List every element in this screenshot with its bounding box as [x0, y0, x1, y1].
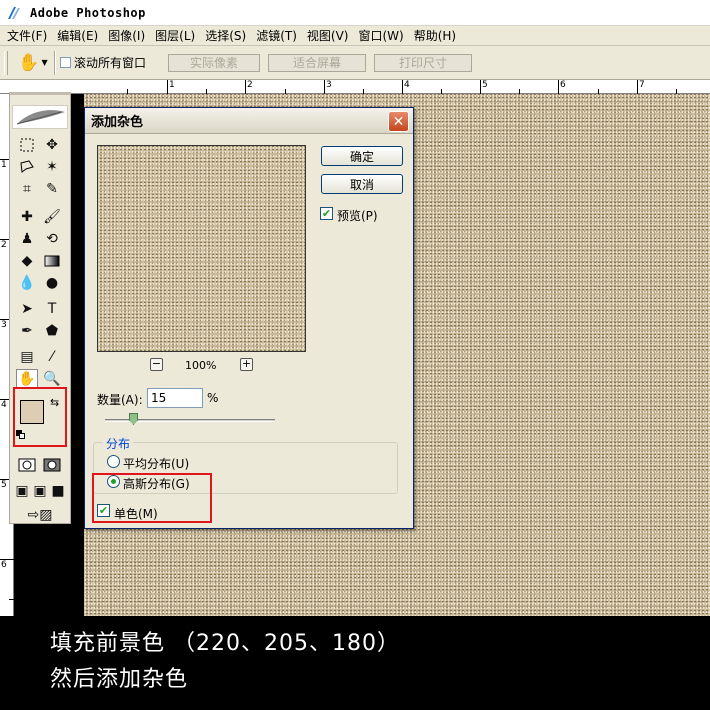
dodge-tool-icon[interactable]: ●: [41, 273, 63, 293]
crop-tool-icon[interactable]: ⌗: [16, 179, 38, 199]
pen-tool-icon[interactable]: ✒: [16, 321, 38, 341]
menu-edit[interactable]: 编辑(E): [52, 27, 103, 45]
title-bar: Adobe Photoshop: [0, 0, 710, 26]
amount-label: 数量(A):: [97, 393, 143, 407]
quick-mask-icon[interactable]: [41, 455, 63, 475]
horizontal-ruler: 1 2 3 4 5 6 7: [0, 80, 710, 94]
color-highlight-box: [13, 387, 67, 447]
close-icon[interactable]: ✕: [388, 111, 409, 132]
chevron-down-icon[interactable]: ▼: [42, 58, 48, 67]
screen-mode-full-icon[interactable]: ■: [49, 481, 67, 501]
photoshop-logo-icon: [8, 6, 20, 19]
ruler-v-label: 5: [1, 480, 7, 490]
notes-tool-icon[interactable]: ▤: [16, 347, 38, 367]
ruler-h-label: 1: [169, 80, 175, 90]
marquee-tool-icon[interactable]: [16, 135, 38, 155]
ruler-h-label: 3: [326, 80, 332, 90]
menu-select[interactable]: 选择(S): [200, 27, 251, 45]
type-tool-icon[interactable]: T: [41, 299, 63, 319]
hand-tool-preset-icon[interactable]: ✋ ▼: [18, 51, 48, 75]
options-divider: [54, 50, 56, 75]
path-selection-icon[interactable]: ➤: [16, 299, 38, 319]
lasso-tool-icon[interactable]: [16, 157, 38, 177]
ok-button[interactable]: 确定: [321, 146, 403, 166]
clone-stamp-icon[interactable]: ♟: [16, 229, 38, 249]
brush-tool-icon[interactable]: 🖌: [41, 207, 63, 227]
healing-brush-icon[interactable]: ✚: [16, 207, 38, 227]
menu-help[interactable]: 帮助(H): [409, 27, 461, 45]
ruler-h-label: 2: [247, 80, 253, 90]
zoom-tool-icon[interactable]: 🔍: [41, 369, 63, 389]
gradient-tool-icon[interactable]: [41, 251, 63, 271]
fit-screen-button[interactable]: 适合屏幕: [268, 53, 367, 72]
ruler-v-label: 2: [1, 240, 7, 250]
options-highlight-box: [92, 473, 212, 523]
caption-line-1: 填充前景色 （220、205、180）: [50, 631, 400, 656]
menu-view[interactable]: 视图(V): [302, 27, 354, 45]
cancel-button[interactable]: 取消: [321, 174, 403, 194]
ruler-h-label: 5: [482, 80, 488, 90]
caption-panel: 填充前景色 （220、205、180） 然后添加杂色: [0, 616, 710, 710]
menu-window[interactable]: 窗口(W): [353, 27, 408, 45]
ruler-v-label: 3: [1, 320, 7, 330]
jump-to-imageready-icon[interactable]: ⇨▨: [18, 505, 62, 525]
screen-mode-menubar-icon[interactable]: ▣: [31, 481, 49, 501]
menu-file[interactable]: 文件(F): [2, 27, 52, 45]
menu-bar: 文件(F) 编辑(E) 图像(I) 图层(L) 选择(S) 滤镜(T) 视图(V…: [0, 26, 710, 46]
feather-icon: [16, 110, 65, 125]
preview-label: 预览(P): [337, 209, 378, 223]
uniform-radio[interactable]: [107, 455, 120, 468]
dialog-title: 添加杂色: [91, 115, 144, 130]
shape-tool-icon[interactable]: ⬟: [41, 321, 63, 341]
caption-line-2: 然后添加杂色: [50, 667, 189, 692]
menu-filter[interactable]: 滤镜(T): [251, 27, 302, 45]
options-bar: ✋ ▼ 滚动所有窗口 实际像素 适合屏幕 打印尺寸: [0, 46, 710, 80]
ruler-v-label: 4: [1, 400, 7, 410]
eyedropper-icon[interactable]: ⁄: [41, 347, 63, 367]
ruler-v-label: 1: [1, 160, 7, 170]
history-brush-icon[interactable]: ⟲: [41, 229, 63, 249]
amount-input[interactable]: 15: [147, 388, 203, 408]
magic-wand-icon[interactable]: ✶: [41, 157, 63, 177]
print-size-button[interactable]: 打印尺寸: [374, 53, 473, 72]
eraser-tool-icon[interactable]: ◆: [16, 251, 38, 271]
blur-tool-icon[interactable]: 💧: [16, 273, 38, 293]
noise-preview[interactable]: [97, 145, 306, 352]
options-grip[interactable]: [4, 50, 8, 75]
toolbox: ✥ ✶ ⌗ ✎ ✚ 🖌 ♟ ⟲ ◆ 💧 ● ➤ T ✒ ⬟ ▤ ⁄ ✋ 🔍 ⇆ …: [9, 92, 71, 524]
ruler-h-label: 4: [404, 80, 410, 90]
ruler-h-label: 7: [639, 80, 645, 90]
add-noise-dialog: 添加杂色 ✕ − 100% + 确定 取消 ✔ 预览(P) 数量(A): 15 …: [84, 107, 414, 529]
menu-image[interactable]: 图像(I): [103, 27, 150, 45]
horizontal-ruler-ticks: [127, 80, 677, 94]
app-title: Adobe Photoshop: [30, 5, 146, 20]
preview-checkbox[interactable]: ✔: [320, 207, 333, 220]
move-tool-icon[interactable]: ✥: [41, 135, 63, 155]
ruler-v-label: 6: [1, 560, 7, 570]
uniform-label: 平均分布(U): [123, 457, 190, 471]
feather-logo[interactable]: [12, 105, 68, 129]
slice-tool-icon[interactable]: ✎: [41, 179, 63, 199]
actual-pixels-button[interactable]: 实际像素: [168, 53, 261, 72]
amount-slider-thumb[interactable]: [129, 413, 138, 425]
standard-mode-icon[interactable]: [16, 455, 38, 475]
dialog-title-bar: 添加杂色 ✕: [85, 108, 413, 134]
scroll-all-windows-checkbox[interactable]: [60, 57, 71, 68]
scroll-all-windows-label: 滚动所有窗口: [74, 56, 147, 70]
zoom-level: 100%: [185, 359, 217, 372]
hand-tool-icon[interactable]: ✋: [16, 369, 38, 389]
zoom-in-button[interactable]: +: [240, 358, 253, 371]
amount-unit: %: [207, 391, 219, 405]
menu-layer[interactable]: 图层(L): [150, 27, 200, 45]
screen-mode-standard-icon[interactable]: ▣: [13, 481, 31, 501]
ruler-h-label: 6: [560, 80, 566, 90]
distribution-title: 分布: [103, 435, 134, 452]
zoom-out-button[interactable]: −: [150, 358, 163, 371]
